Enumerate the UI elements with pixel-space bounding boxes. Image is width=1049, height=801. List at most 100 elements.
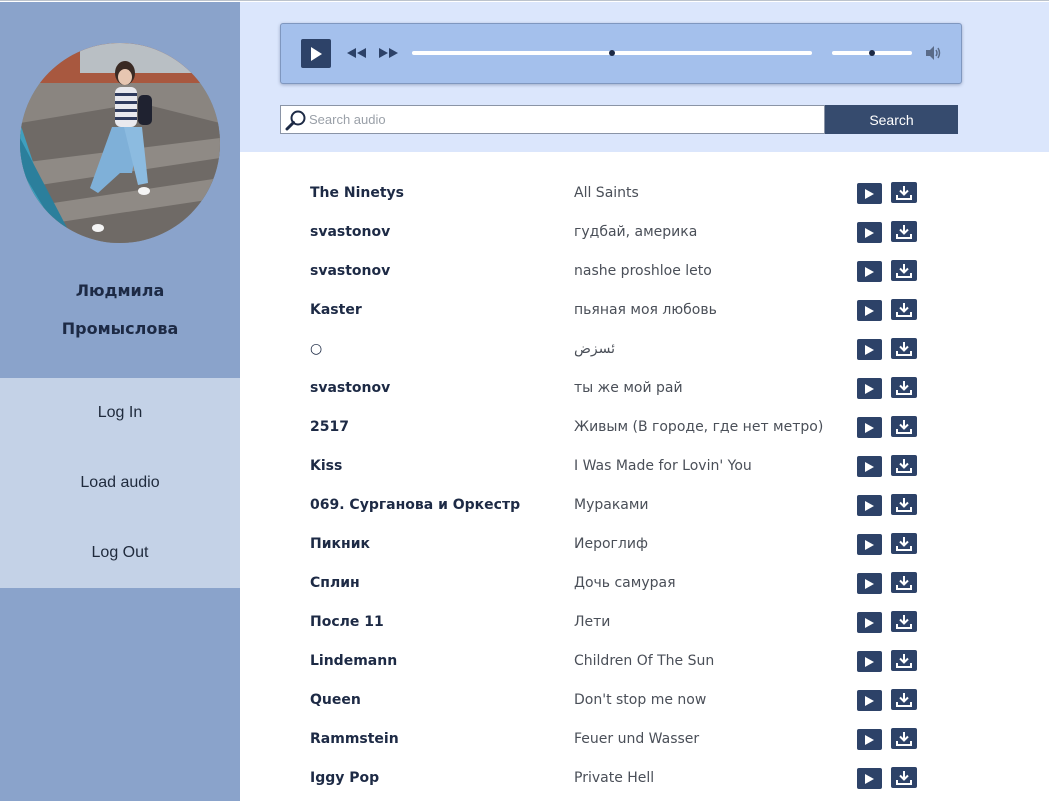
track-play-button[interactable] [857,183,882,204]
top-bar: Search [240,2,1049,152]
track-download-button[interactable] [891,338,917,359]
track-download-button[interactable] [891,260,917,281]
track-title: пьяная моя любовь [574,302,717,318]
menu-item-log-out[interactable]: Log Out [0,518,240,588]
track-download-button[interactable] [891,689,917,710]
track-artist: Queen [310,692,361,708]
volume-slider[interactable] [832,50,912,56]
track-download-button[interactable] [891,650,917,671]
track-artist: Iggy Pop [310,770,380,786]
track-play-button[interactable] [857,339,882,360]
avatar [20,43,220,243]
track-artist: svastonov [310,224,391,240]
track-play-button[interactable] [857,573,882,594]
track-list: The Ninetys All Saints svastonov гудбай,… [310,174,930,798]
user-last-name: Промыслова [61,319,179,338]
track-play-button[interactable] [857,378,882,399]
magnifier-icon [285,110,306,131]
track-artist: Kiss [310,458,343,474]
track-row: Queen Don't stop me now [310,681,930,720]
track-play-button[interactable] [857,651,882,672]
track-artist: Пикник [310,536,371,552]
track-artist: После 11 [310,614,384,630]
fast-forward-button[interactable] [378,44,400,66]
track-title: Children Of The Sun [574,653,715,669]
track-title: I Was Made for Lovin' You [574,458,752,474]
track-row: 069. Сурганова и Оркестр Мураками [310,486,930,525]
download-icon [896,615,912,629]
play-icon [865,617,874,628]
track-download-button[interactable] [891,728,917,749]
play-icon [865,656,874,667]
fast-forward-icon [379,48,398,58]
track-play-button[interactable] [857,300,882,321]
track-row: Lindemann Children Of The Sun [310,642,930,681]
track-row: Сплин Дочь самурая [310,564,930,603]
track-artist: Lindemann [310,653,398,669]
track-title: All Saints [574,185,639,201]
volume-icon [926,46,941,60]
track-title: Feuer und Wasser [574,731,700,747]
track-download-button[interactable] [891,182,917,203]
track-title: Мураками [574,497,649,513]
track-row: Kaster пьяная моя любовь [310,291,930,330]
progress-knob[interactable] [609,50,615,56]
player-play-button[interactable] [301,39,331,68]
track-row: ○ ئسزض [310,330,930,369]
track-play-button[interactable] [857,534,882,555]
track-row: Iggy Pop Private Hell [310,759,930,798]
download-icon [896,576,912,590]
track-download-button[interactable] [891,416,917,437]
track-row: svastonov nashe proshloe leto [310,252,930,291]
track-title: Лети [574,614,611,630]
track-title: Живым (В городе, где нет метро) [574,419,824,435]
progress-bar[interactable] [412,50,812,56]
track-play-button[interactable] [857,612,882,633]
track-title: Don't stop me now [574,692,707,708]
track-play-button[interactable] [857,729,882,750]
menu-item-log-in[interactable]: Log In [0,378,240,448]
track-title: Дочь самурая [574,575,676,591]
track-play-button[interactable] [857,261,882,282]
track-artist: The Ninetys [310,185,405,201]
audio-player [280,23,962,84]
download-icon [896,732,912,746]
track-play-button[interactable] [857,456,882,477]
volume-knob[interactable] [869,50,875,56]
track-row: Kiss I Was Made for Lovin' You [310,447,930,486]
volume-button[interactable] [924,44,942,66]
search-input[interactable] [309,106,819,133]
track-artist: svastonov [310,263,391,279]
track-artist: svastonov [310,380,391,396]
play-icon [865,539,874,550]
track-download-button[interactable] [891,611,917,632]
track-download-button[interactable] [891,455,917,476]
track-row: The Ninetys All Saints [310,174,930,213]
download-icon [896,771,912,785]
track-play-button[interactable] [857,222,882,243]
track-row: svastonov ты же мой рай [310,369,930,408]
search-button[interactable]: Search [825,105,958,134]
download-icon [896,459,912,473]
rewind-icon [347,48,366,58]
track-play-button[interactable] [857,690,882,711]
track-play-button[interactable] [857,768,882,789]
track-download-button[interactable] [891,221,917,242]
track-download-button[interactable] [891,377,917,398]
play-icon [865,422,874,433]
track-download-button[interactable] [891,572,917,593]
download-icon [896,537,912,551]
rewind-button[interactable] [346,44,368,66]
play-icon [865,500,874,511]
user-first-name: Людмила [75,281,165,300]
search-box [280,105,825,134]
track-download-button[interactable] [891,299,917,320]
menu-item-load-audio[interactable]: Load audio [0,448,240,518]
track-download-button[interactable] [891,767,917,788]
track-download-button[interactable] [891,494,917,515]
track-title: ты же мой рай [574,380,683,396]
track-download-button[interactable] [891,533,917,554]
download-icon [896,303,912,317]
track-play-button[interactable] [857,495,882,516]
track-play-button[interactable] [857,417,882,438]
